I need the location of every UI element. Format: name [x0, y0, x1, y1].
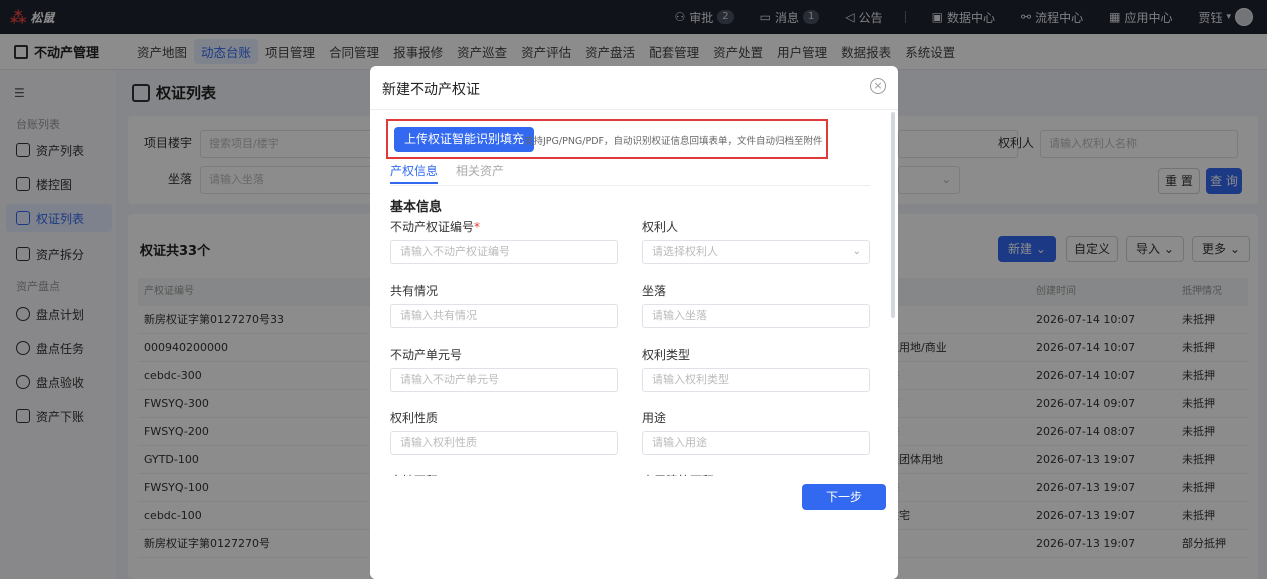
right-type-input[interactable]: 请输入权利类型 [642, 368, 870, 392]
tab-property-info[interactable]: 产权信息 [390, 160, 439, 184]
close-icon[interactable]: × [870, 78, 886, 94]
field-label: 权利人 [642, 220, 679, 234]
field-label: 不动产单元号 [390, 348, 463, 362]
field-label: 不动产权证编号* [390, 220, 481, 234]
co-ownership-input[interactable]: 请输入共有情况 [390, 304, 618, 328]
usage-input[interactable]: 请输入用途 [642, 431, 870, 455]
chevron-down-icon: ⌄ [852, 246, 861, 257]
section-title: 基本信息 [390, 200, 443, 215]
location-field[interactable]: 请输入坐落 [642, 304, 870, 328]
modal-scrollbar[interactable] [891, 112, 895, 318]
field-label: 共有情况 [390, 284, 439, 298]
modal-header: 新建不动产权证 × [370, 66, 898, 110]
right-nature-input[interactable]: 请输入权利性质 [390, 431, 618, 455]
field-label: 坐落 [642, 284, 667, 298]
unit-number-input[interactable]: 请输入不动产单元号 [390, 368, 618, 392]
upload-highlight: 上传权证智能识别填充 支持JPG/PNG/PDF，自动识别权证信息回填表单，文件… [386, 119, 828, 159]
next-step-button[interactable]: 下一步 [802, 484, 886, 510]
field-label: 权利性质 [390, 411, 439, 425]
field-label: 用途 [642, 411, 667, 425]
upload-recognize-button[interactable]: 上传权证智能识别填充 [394, 127, 535, 152]
modal-footer: 下一步 [370, 476, 898, 579]
modal-title: 新建不动产权证 [382, 82, 480, 98]
modal-tabs: 产权信息 相关资产 [390, 160, 870, 186]
new-certificate-modal: 新建不动产权证 × 上传权证智能识别填充 支持JPG/PNG/PDF，自动识别权… [370, 66, 898, 579]
certificate-number-input[interactable]: 请输入不动产权证编号 [390, 240, 618, 264]
tab-related-assets[interactable]: 相关资产 [456, 160, 504, 182]
owner-select[interactable]: 请选择权利人 ⌄ [642, 240, 870, 264]
field-label: 权利类型 [642, 348, 691, 362]
upload-hint: 支持JPG/PNG/PDF，自动识别权证信息回填表单，文件自动归档至附件 [524, 136, 823, 147]
